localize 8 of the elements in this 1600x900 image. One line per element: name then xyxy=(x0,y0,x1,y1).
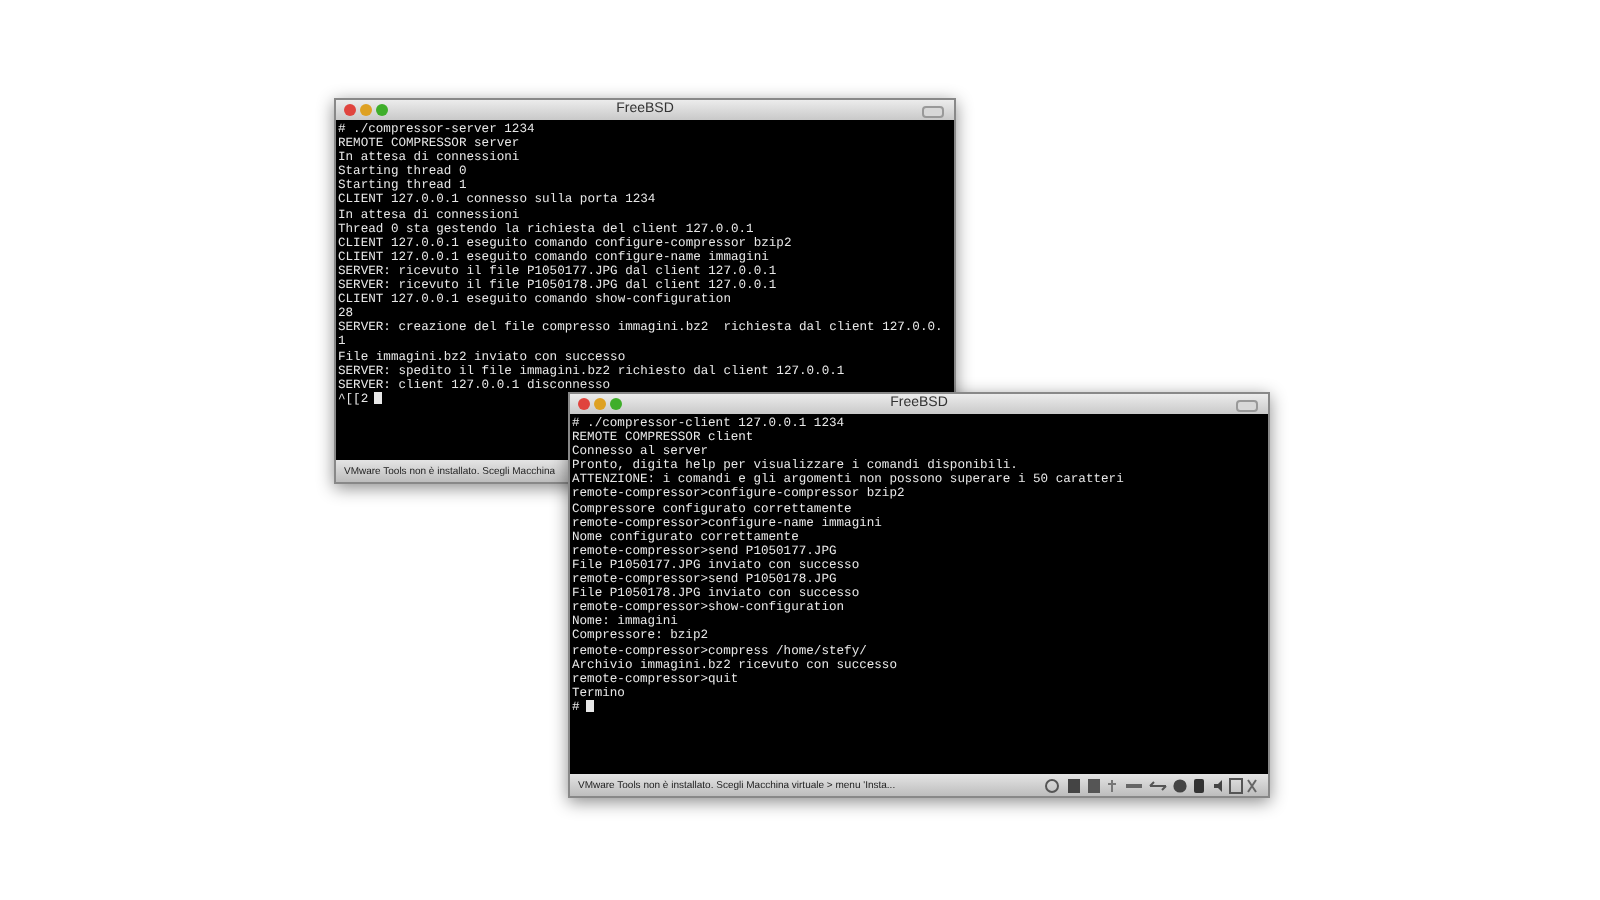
minimize-button[interactable] xyxy=(360,104,372,116)
zoom-button[interactable] xyxy=(376,104,388,116)
zoom-button[interactable] xyxy=(610,398,622,410)
minimize-button[interactable] xyxy=(594,398,606,410)
close-button[interactable] xyxy=(344,104,356,116)
close-button[interactable] xyxy=(578,398,590,410)
toolbar-toggle-button[interactable] xyxy=(1236,400,1258,412)
toolbar-toggle-button[interactable] xyxy=(922,106,944,118)
